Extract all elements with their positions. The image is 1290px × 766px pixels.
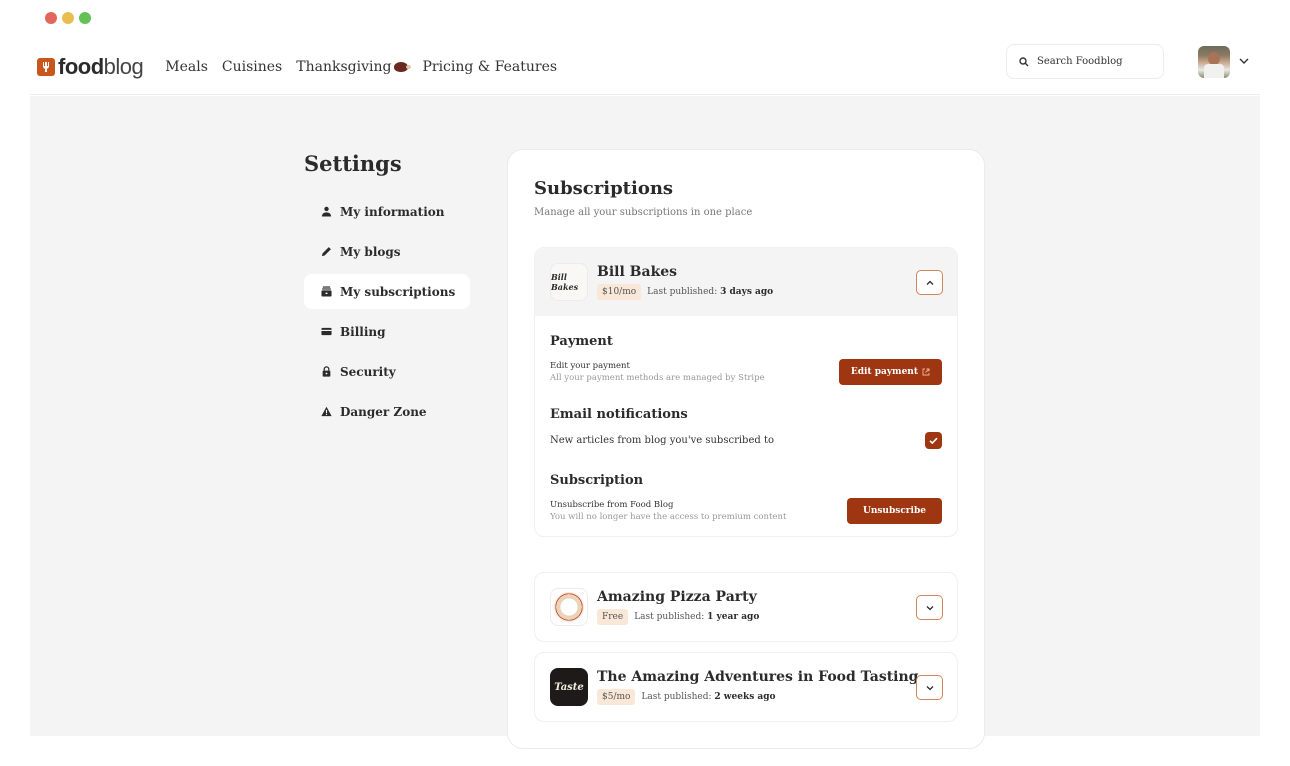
sidebar-item-label: Danger Zone xyxy=(340,404,427,419)
pencil-icon xyxy=(320,246,332,258)
chevron-down-icon[interactable] xyxy=(1238,55,1250,67)
nav-link-meals[interactable]: Meals xyxy=(165,59,208,75)
chevron-down-icon xyxy=(926,685,933,690)
subscription-name: Bill Bakes xyxy=(597,264,678,280)
window-controls xyxy=(45,12,91,24)
price-badge: Free xyxy=(597,609,629,625)
price-badge: $5/mo xyxy=(597,689,636,705)
edit-payment-button[interactable]: Edit payment xyxy=(838,359,942,385)
nav-link-thanksgiving[interactable]: Thanksgiving xyxy=(296,59,412,75)
last-published-value: 3 days ago xyxy=(720,287,774,297)
blog-logo: Pizzas & Parties xyxy=(550,588,588,626)
subscription-details: Payment Edit your payment All your payme… xyxy=(535,334,957,536)
chevron-up-icon xyxy=(926,280,933,285)
sidebar-item-security[interactable]: Security xyxy=(304,354,470,389)
avatar[interactable] xyxy=(1198,46,1230,78)
logo-text-bold: food xyxy=(58,54,104,79)
sidebar-item-label: Security xyxy=(340,364,396,379)
email-notification-checkbox[interactable] xyxy=(925,432,942,449)
last-published-value: 1 year ago xyxy=(707,612,760,622)
subscriptions-subtitle: Manage all your subscriptions in one pla… xyxy=(534,207,753,218)
sidebar-item-label: My subscriptions xyxy=(340,284,456,299)
unsubscribe-hint: You will no longer have the access to pr… xyxy=(550,512,787,522)
lock-icon xyxy=(320,366,332,378)
payment-hint: All your payment methods are managed by … xyxy=(550,373,765,383)
subscriptions-panel: Subscriptions Manage all your subscripti… xyxy=(507,149,985,749)
logo-text-light: blog xyxy=(103,54,144,79)
sidebar-item-label: Billing xyxy=(340,324,386,339)
settings-sidebar: My information My blogs My subscriptions… xyxy=(304,194,470,434)
edit-payment-label: Edit payment xyxy=(850,367,918,377)
subscription-item-amazing-pizza-party: Pizzas & Parties Amazing Pizza Party Fre… xyxy=(534,572,958,642)
inbox-icon xyxy=(320,286,332,298)
sidebar-item-my-blogs[interactable]: My blogs xyxy=(304,234,470,269)
sidebar-item-my-information[interactable]: My information xyxy=(304,194,470,229)
last-published-label: Last published: xyxy=(641,692,712,702)
subscription-item-food-tasting: Taste The Amazing Adventures in Food Tas… xyxy=(534,652,958,722)
email-notification-label: New articles from blog you've subscribed… xyxy=(550,435,774,446)
main-nav: Meals Cuisines Thanksgiving Pricing & Fe… xyxy=(165,59,557,75)
nav-link-thanksgiving-label: Thanksgiving xyxy=(296,59,392,75)
checkmark-icon xyxy=(929,437,938,445)
sidebar-item-billing[interactable]: Billing xyxy=(304,314,470,349)
credit-card-icon xyxy=(320,326,332,338)
subscription-name: The Amazing Adventures in Food Tasting xyxy=(597,669,919,685)
subscription-item-bill-bakes: Bill Bakes Bill Bakes $10/mo Last publis… xyxy=(534,247,958,537)
last-published-label: Last published: xyxy=(634,612,705,622)
window-minimize-button[interactable] xyxy=(62,12,74,24)
subscriptions-title: Subscriptions xyxy=(534,178,674,199)
last-published-value: 2 weeks ago xyxy=(714,692,776,702)
expand-button[interactable] xyxy=(916,595,943,620)
price-badge: $10/mo xyxy=(597,284,642,300)
sidebar-item-label: My information xyxy=(340,204,445,219)
blog-logo: Taste xyxy=(550,668,588,706)
turkey-icon xyxy=(394,62,412,72)
settings-title: Settings xyxy=(304,151,402,176)
warning-icon xyxy=(320,406,332,418)
subscription-header[interactable]: Bill Bakes Bill Bakes $10/mo Last publis… xyxy=(535,248,957,316)
sidebar-item-label: My blogs xyxy=(340,244,401,259)
external-link-icon xyxy=(922,368,930,376)
payment-label: Edit your payment xyxy=(550,361,630,371)
search-icon xyxy=(1019,56,1029,66)
sidebar-item-danger-zone[interactable]: Danger Zone xyxy=(304,394,470,429)
nav-link-pricing[interactable]: Pricing & Features xyxy=(422,59,557,75)
window-maximize-button[interactable] xyxy=(79,12,91,24)
payment-section-title: Payment xyxy=(550,334,613,349)
blog-logo: Bill Bakes xyxy=(550,263,588,301)
subscription-name: Amazing Pizza Party xyxy=(597,589,757,605)
expand-button[interactable] xyxy=(916,675,943,700)
chevron-down-icon xyxy=(926,605,933,610)
subscription-header[interactable]: Taste The Amazing Adventures in Food Tas… xyxy=(535,653,957,721)
unsubscribe-button[interactable]: Unsubscribe xyxy=(846,498,942,524)
collapse-button[interactable] xyxy=(916,270,943,295)
email-section-title: Email notifications xyxy=(550,407,688,422)
subscription-section-title: Subscription xyxy=(550,473,644,488)
fork-icon xyxy=(37,58,55,76)
search-input[interactable]: Search Foodblog xyxy=(1006,44,1164,79)
window-close-button[interactable] xyxy=(45,12,57,24)
sidebar-item-my-subscriptions[interactable]: My subscriptions xyxy=(304,274,470,309)
search-placeholder: Search Foodblog xyxy=(1037,56,1123,67)
settings-page: Settings My information My blogs My subs… xyxy=(30,96,1260,749)
user-icon xyxy=(320,206,332,218)
nav-link-cuisines[interactable]: Cuisines xyxy=(222,59,282,75)
foodblog-logo[interactable]: foodblog xyxy=(37,54,144,80)
unsubscribe-label: Unsubscribe from Food Blog xyxy=(550,500,674,510)
top-navigation: foodblog Meals Cuisines Thanksgiving Pri… xyxy=(30,40,1260,95)
last-published-label: Last published: xyxy=(647,287,718,297)
subscription-header[interactable]: Pizzas & Parties Amazing Pizza Party Fre… xyxy=(535,573,957,641)
